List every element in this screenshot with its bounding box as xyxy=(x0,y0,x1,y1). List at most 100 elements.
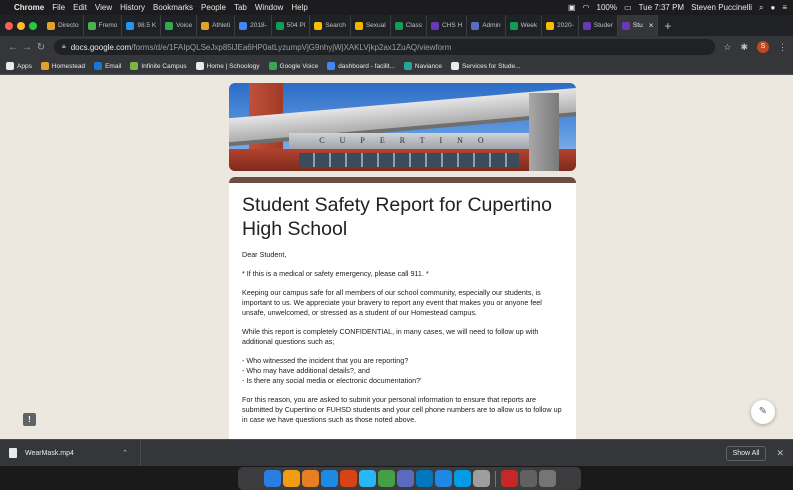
browser-tab[interactable]: 2018- xyxy=(235,15,272,36)
tab-favicon-icon xyxy=(47,21,55,30)
show-all-button[interactable]: Show All xyxy=(725,445,767,461)
bookmark-label: Apps xyxy=(17,62,32,70)
profile-avatar[interactable]: S xyxy=(757,41,769,53)
browser-tab[interactable]: Voice xyxy=(161,15,198,36)
chevron-up-icon[interactable]: ⌃ xyxy=(122,449,128,457)
file-icon xyxy=(9,448,17,458)
close-tab-icon[interactable]: × xyxy=(649,21,654,30)
close-window-button[interactable] xyxy=(5,21,13,30)
bookmark-favicon-icon xyxy=(327,62,336,70)
dock-app-icon[interactable] xyxy=(396,470,414,487)
browser-tab[interactable]: Studer xyxy=(579,15,618,36)
menu-people[interactable]: People xyxy=(201,3,226,12)
screen-record-icon[interactable]: ▣ xyxy=(568,3,576,12)
browser-tab[interactable]: Admin xyxy=(467,15,506,36)
report-problem-icon[interactable]: ! xyxy=(23,413,36,426)
battery-icon[interactable]: ▭ xyxy=(624,3,632,12)
control-center-icon[interactable]: ≡ xyxy=(782,3,787,12)
dock-app-icon[interactable] xyxy=(263,470,281,487)
siri-icon[interactable]: ● xyxy=(770,3,775,12)
bookmark-item[interactable]: Naviance xyxy=(403,62,443,70)
clock[interactable]: Tue 7:37 PM xyxy=(639,3,685,12)
menu-tab[interactable]: Tab xyxy=(234,3,247,12)
kebab-menu-icon[interactable]: ⋮ xyxy=(778,42,787,53)
window-controls xyxy=(0,21,43,30)
browser-tab[interactable]: Athleti xyxy=(197,15,236,36)
app-menu-chrome[interactable]: Chrome xyxy=(14,3,44,12)
edit-pencil-icon[interactable]: ✎ xyxy=(751,400,775,424)
browser-tab[interactable]: Stu × xyxy=(617,15,659,36)
bookmark-star-icon[interactable]: ☆ xyxy=(723,42,731,53)
dock-app-icon[interactable] xyxy=(500,470,518,487)
forward-arrow-icon[interactable]: → xyxy=(20,42,34,53)
dock-app-icon[interactable] xyxy=(301,470,319,487)
bookmark-item[interactable]: Email xyxy=(94,62,121,70)
dock-app-icon[interactable] xyxy=(434,470,452,487)
back-arrow-icon[interactable]: ← xyxy=(6,42,20,53)
dock-app-icon[interactable] xyxy=(453,470,471,487)
bookmark-favicon-icon xyxy=(40,62,49,70)
dock-app-icon[interactable] xyxy=(339,470,357,487)
bookmark-item[interactable]: Apps xyxy=(6,62,32,70)
bookmark-item[interactable]: Services for Stude... xyxy=(451,62,521,70)
browser-tab[interactable]: CHS H xyxy=(427,15,468,36)
tab-favicon-icon xyxy=(239,21,248,30)
dock-app-icon[interactable] xyxy=(415,470,433,487)
menu-bookmarks[interactable]: Bookmarks xyxy=(153,3,193,12)
extensions-puzzle-icon[interactable]: ✱ xyxy=(740,42,748,53)
form-header-image: CUPERTINO xyxy=(229,83,576,171)
dock-app-icon[interactable] xyxy=(320,470,338,487)
menu-help[interactable]: Help xyxy=(291,3,307,12)
menu-history[interactable]: History xyxy=(120,3,145,12)
macos-dock xyxy=(238,467,581,490)
dock-app-icon[interactable] xyxy=(472,470,490,487)
dock-app-icon[interactable] xyxy=(358,470,376,487)
page-viewport: CUPERTINO Student Safety Report for Cupe… xyxy=(0,75,793,439)
dock-app-icon[interactable] xyxy=(538,470,556,487)
form-description-card: Student Safety Report for Cupertino High… xyxy=(229,177,576,439)
bookmark-item[interactable]: Home | Schoology xyxy=(195,62,260,70)
bookmark-label: Services for Stude... xyxy=(462,62,521,70)
menu-edit[interactable]: Edit xyxy=(73,3,87,12)
banner-sign: CUPERTINO xyxy=(289,133,529,149)
bookmark-item[interactable]: Homestead xyxy=(40,62,85,70)
dock-app-icon[interactable] xyxy=(519,470,537,487)
question-line-1: - Who witnessed the incident that you ar… xyxy=(242,356,409,365)
intro-paragraph: Keeping our campus safe for all members … xyxy=(242,288,542,317)
reload-icon[interactable]: ↻ xyxy=(34,42,48,53)
browser-tab[interactable]: Class xyxy=(391,15,427,36)
user-name[interactable]: Steven Puccinelli xyxy=(691,3,752,12)
bookmark-item[interactable]: Google Voice xyxy=(268,62,318,70)
browser-tab[interactable]: Week xyxy=(506,15,543,36)
wifi-icon[interactable]: ◠ xyxy=(583,3,590,12)
bookmark-favicon-icon xyxy=(195,62,204,70)
battery-percent[interactable]: 100% xyxy=(597,3,617,12)
closing-paragraph: For this reason, you are asked to submit… xyxy=(242,395,562,424)
zoom-window-button[interactable] xyxy=(29,21,37,30)
menu-file[interactable]: File xyxy=(52,3,65,12)
tab-favicon-icon xyxy=(471,21,480,30)
close-shelf-icon[interactable]: ✕ xyxy=(776,448,784,459)
menu-window[interactable]: Window xyxy=(255,3,283,12)
download-item[interactable]: WearMask.mp4 ⌃ xyxy=(9,439,141,467)
browser-tab[interactable]: Directo xyxy=(43,15,84,36)
new-tab-button[interactable]: + xyxy=(658,19,677,33)
bookmark-label: Naviance xyxy=(414,62,443,70)
address-bar[interactable]: 🔒︎ docs.google.com/forms/d/e/1FAIpQLSeJx… xyxy=(54,39,716,55)
bookmark-item[interactable]: dashboard - facilit... xyxy=(327,62,395,70)
browser-tab[interactable]: 98.5 K xyxy=(122,15,162,36)
tab-favicon-icon xyxy=(354,21,363,30)
dock-app-icon[interactable] xyxy=(377,470,395,487)
dock-app-icon[interactable] xyxy=(282,470,300,487)
browser-tab[interactable]: 2020- xyxy=(542,15,579,36)
emergency-notice: * If this is a medical or safety emergen… xyxy=(242,269,429,278)
browser-tab[interactable]: Sexual xyxy=(351,15,391,36)
bookmark-item[interactable]: Infinite Campus xyxy=(130,62,187,70)
menu-view[interactable]: View xyxy=(95,3,112,12)
spotlight-icon[interactable]: ⌕ xyxy=(759,3,763,13)
browser-tab[interactable]: 504 Pl xyxy=(272,15,311,36)
browser-tab[interactable]: Fremo xyxy=(84,15,123,36)
browser-tab[interactable]: Search xyxy=(310,15,351,36)
minimize-window-button[interactable] xyxy=(17,21,25,30)
tab-list: Directo Fremo 98.5 K Voice Athleti 2018- 504 P… xyxy=(43,15,659,36)
